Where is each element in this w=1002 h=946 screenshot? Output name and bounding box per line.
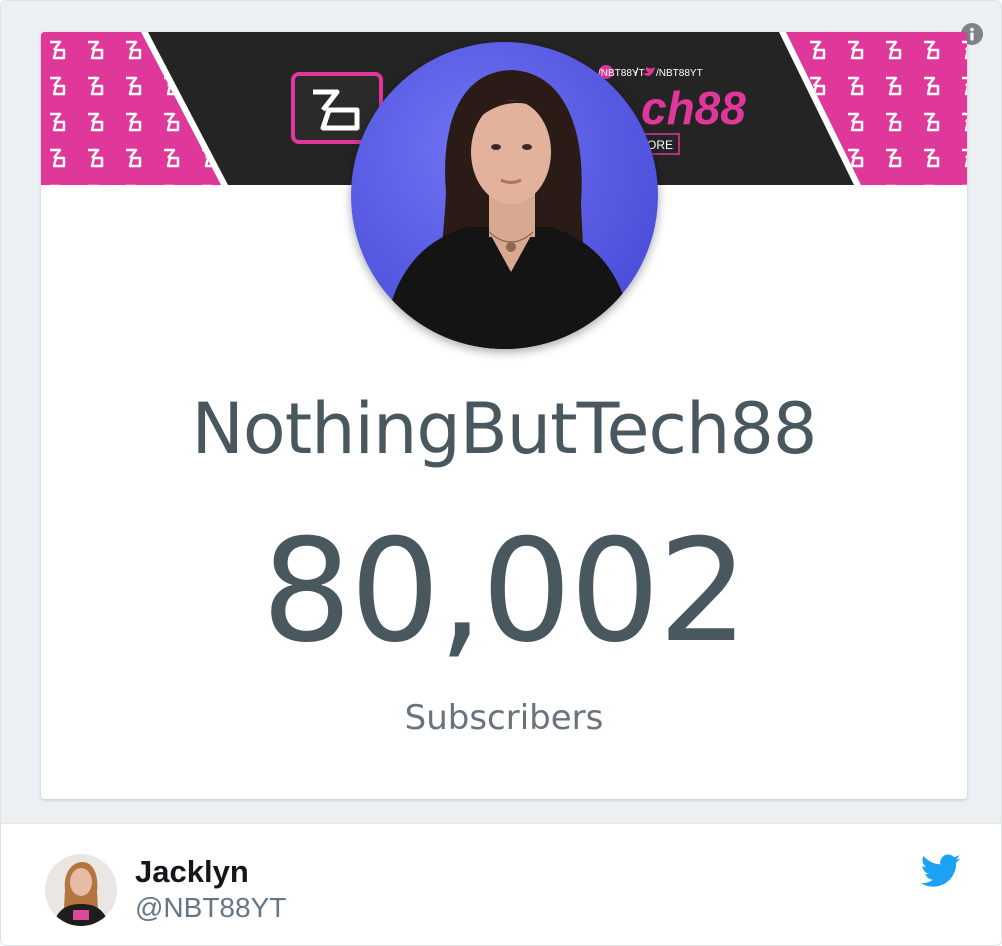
subscriber-count-card: /NBT88YT / /NBT88YT ch88 ORE NothingButT… (41, 32, 967, 799)
tweet-media[interactable]: /NBT88YT / /NBT88YT ch88 ORE NothingButT… (1, 1, 1001, 823)
tweet-author-bar: Jacklyn @NBT88YT (1, 823, 1001, 945)
author-avatar[interactable] (45, 854, 117, 926)
banner-title: ch88 (641, 82, 746, 134)
banner-handle-right: /NBT88YT (656, 68, 703, 79)
tweet-embed: /NBT88YT / /NBT88YT ch88 ORE NothingButT… (0, 0, 1002, 946)
channel-avatar (351, 42, 658, 349)
author-name[interactable]: Jacklyn (135, 854, 249, 890)
twitter-bird-icon[interactable] (920, 854, 961, 888)
subscriber-count: 80,002 (261, 509, 749, 674)
subscriber-label: Subscribers (404, 698, 604, 738)
channel-name: NothingButTech88 (191, 388, 818, 470)
author-handle[interactable]: @NBT88YT (135, 892, 286, 924)
